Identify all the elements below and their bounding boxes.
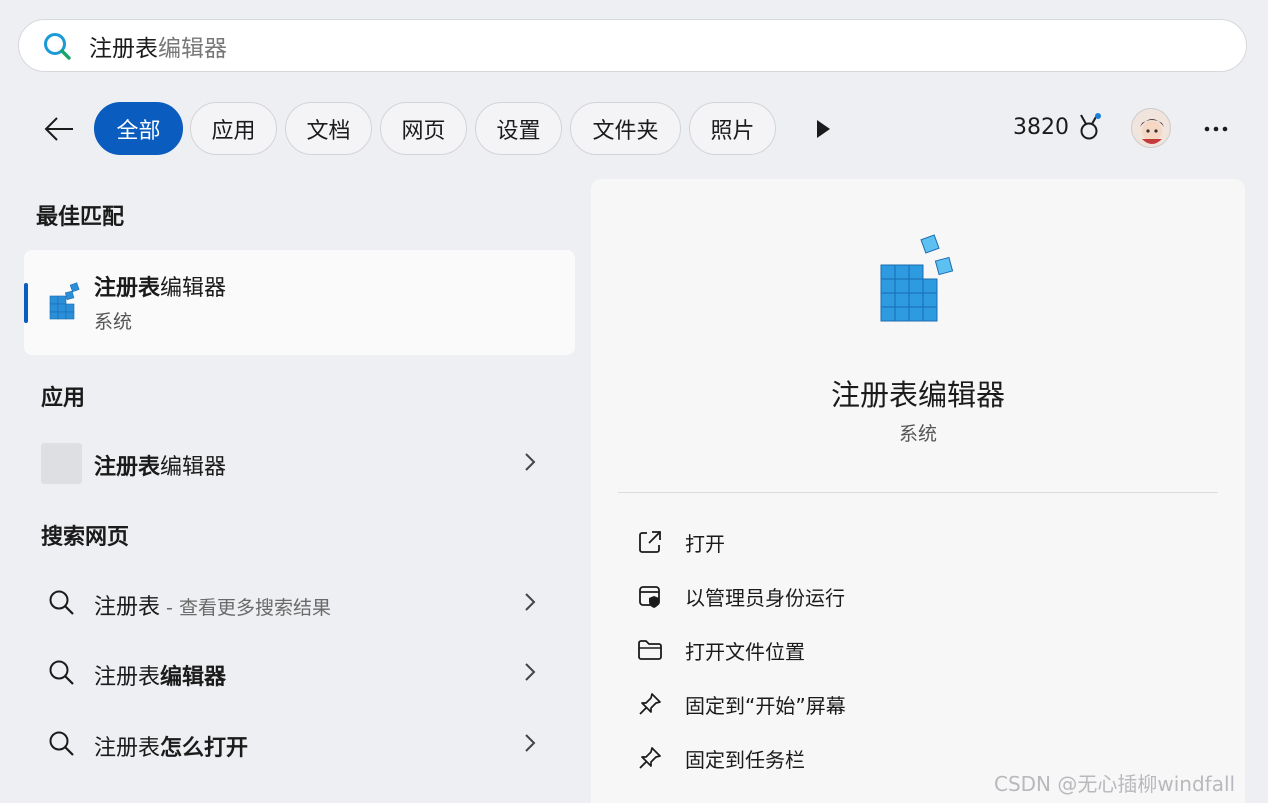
chevron-right-icon: [524, 591, 536, 617]
back-arrow-icon: [44, 117, 73, 141]
more-options-button[interactable]: [1198, 112, 1234, 146]
chevron-right-icon: [524, 451, 536, 477]
open-file-location-action[interactable]: 打开文件位置: [635, 630, 805, 670]
chevron-right-icon: [524, 732, 536, 758]
apps-heading: 应用: [41, 386, 86, 411]
registry-editor-icon: [875, 231, 975, 335]
app-icon-placeholder: [41, 443, 82, 484]
folder-icon: [635, 635, 665, 665]
chevron-right-icon: [524, 661, 536, 687]
tab-photos[interactable]: 照片: [689, 102, 776, 155]
detail-app-name: 注册表编辑器: [830, 378, 1005, 412]
web-search-heading: 搜索网页: [41, 525, 130, 550]
selection-indicator: [24, 283, 28, 323]
more-filters-button[interactable]: [808, 114, 838, 144]
points-value: 3820: [1013, 114, 1069, 140]
ellipsis-icon: [1204, 126, 1228, 132]
pin-to-start-action[interactable]: 固定到“开始”屏幕: [635, 684, 846, 724]
search-bar[interactable]: 注册表 编辑器: [18, 19, 1247, 72]
pin-to-start-label: 固定到“开始”屏幕: [685, 693, 846, 718]
list-item-web[interactable]: 注册表怎么打开: [24, 714, 575, 774]
back-button[interactable]: [40, 110, 78, 148]
list-item-web[interactable]: 注册表 - 查看更多搜索结果: [24, 573, 575, 633]
registry-editor-icon: [46, 282, 82, 326]
app-label: 注册表编辑器: [94, 455, 227, 480]
list-item-web[interactable]: 注册表编辑器: [24, 643, 575, 703]
search-icon: [48, 589, 76, 621]
watermark: CSDN @无心插柳windfall: [994, 772, 1236, 796]
tab-folders[interactable]: 文件夹: [570, 102, 681, 155]
open-action-label: 打开: [685, 531, 725, 556]
rewards-points[interactable]: 3820: [1013, 112, 1103, 142]
tab-all[interactable]: 全部: [94, 102, 183, 155]
tab-apps[interactable]: 应用: [190, 102, 277, 155]
run-as-admin-action[interactable]: 以管理员身份运行: [635, 576, 845, 616]
detail-app-type: 系统: [898, 423, 937, 445]
medal-icon: [1080, 113, 1101, 140]
filter-row: 全部 应用 文档 网页 设置 文件夹 照片 3820: [0, 100, 1268, 158]
pin-icon: [635, 689, 665, 719]
detail-pane: 注册表编辑器 系统 打开 以管理员身份运行 打开文件位置 固定到“开始”屏幕 固…: [591, 179, 1245, 803]
tab-documents[interactable]: 文档: [285, 102, 372, 155]
search-icon: [48, 730, 76, 762]
run-as-admin-label: 以管理员身份运行: [685, 585, 845, 610]
open-file-location-label: 打开文件位置: [685, 639, 805, 664]
tab-web[interactable]: 网页: [380, 102, 467, 155]
web-result-label: 注册表编辑器: [94, 665, 227, 690]
avatar[interactable]: [1131, 108, 1171, 148]
search-icon: [48, 659, 76, 691]
best-match-item[interactable]: 注册表编辑器 系统: [24, 250, 575, 355]
pin-to-taskbar-label: 固定到任务栏: [685, 747, 805, 772]
list-item-app[interactable]: 注册表编辑器: [24, 433, 575, 493]
pin-icon: [635, 743, 665, 773]
best-match-subtitle: 系统: [94, 311, 133, 333]
web-result-label: 注册表怎么打开: [94, 736, 249, 761]
open-external-icon: [635, 527, 665, 557]
shield-admin-icon: [635, 581, 665, 611]
pin-to-taskbar-action[interactable]: 固定到任务栏: [635, 738, 805, 778]
open-action[interactable]: 打开: [635, 522, 725, 562]
tab-settings[interactable]: 设置: [475, 102, 562, 155]
best-match-heading: 最佳匹配: [36, 205, 125, 230]
divider: [618, 492, 1218, 493]
web-result-label: 注册表 - 查看更多搜索结果: [94, 595, 331, 620]
play-icon: [817, 120, 830, 138]
best-match-title: 注册表编辑器: [94, 276, 227, 301]
